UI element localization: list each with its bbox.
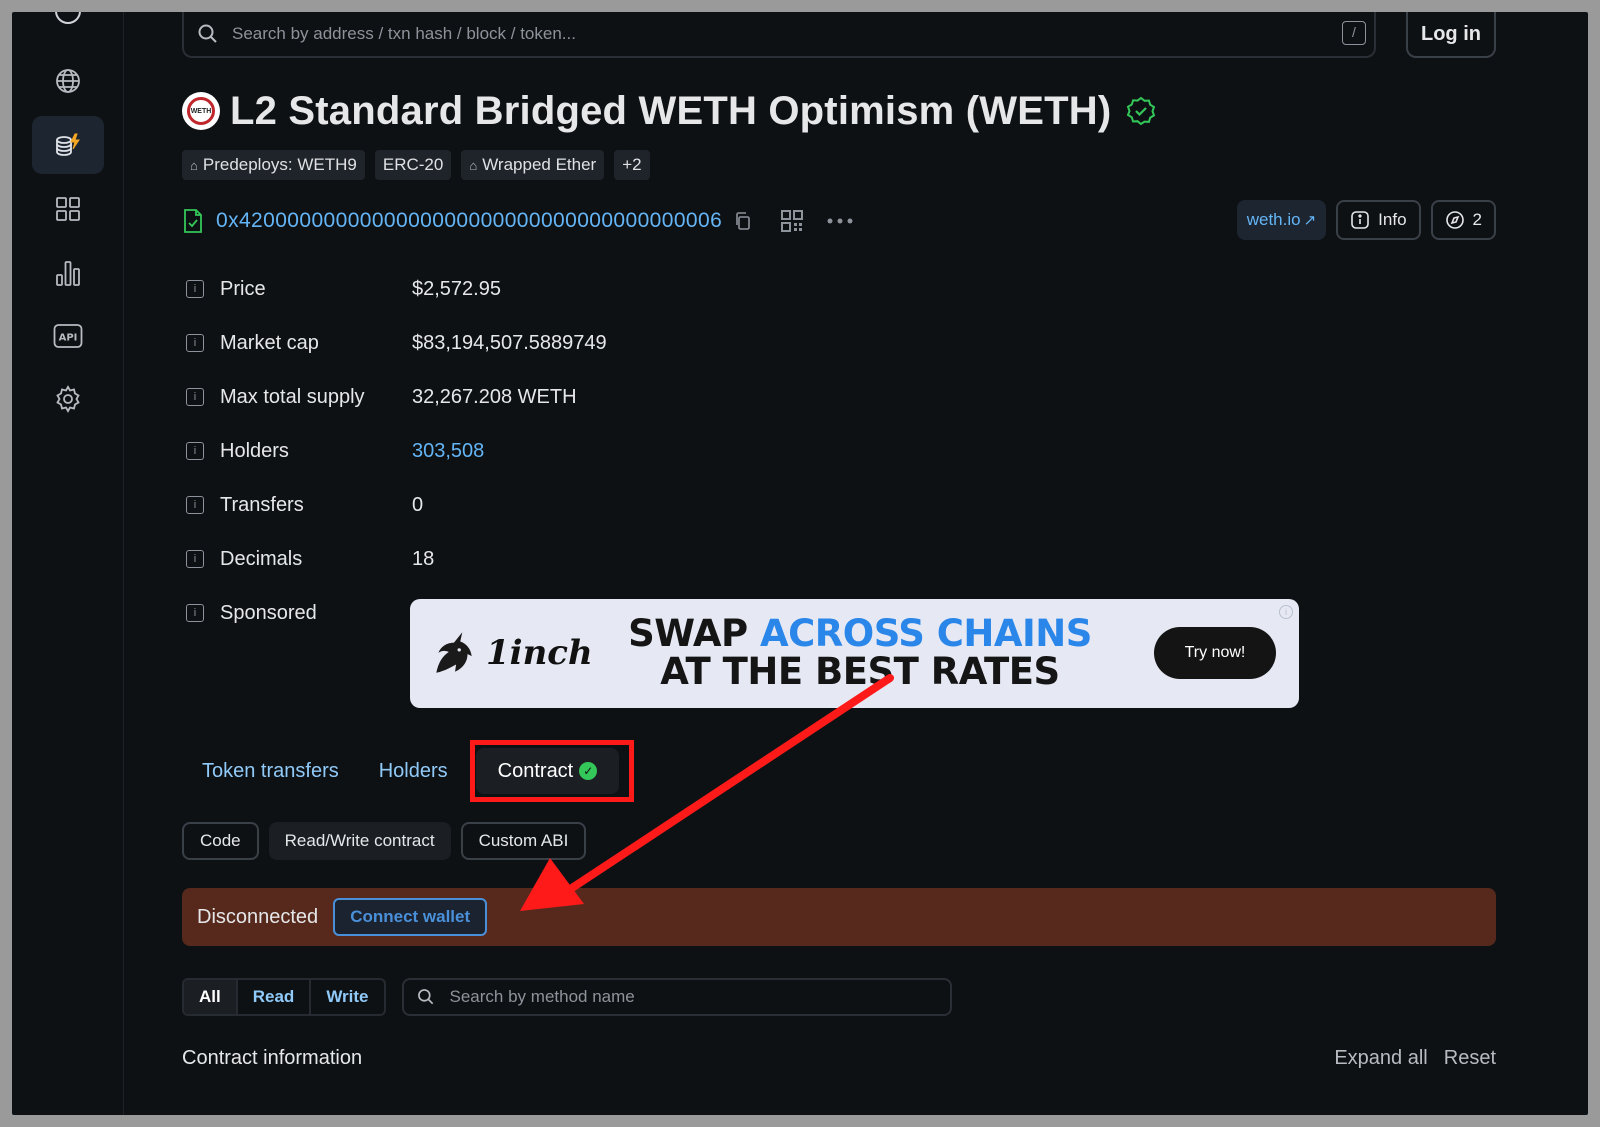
website-link[interactable]: weth.io ↗ (1236, 200, 1327, 240)
globe-icon[interactable] (32, 52, 104, 110)
hint-icon[interactable]: i (186, 496, 204, 514)
reset-button[interactable]: Reset (1444, 1047, 1496, 1070)
detail-row-holders: i Holders 303,508 (182, 436, 484, 466)
more-options-icon[interactable] (826, 217, 854, 225)
info-icon (1351, 211, 1369, 229)
tokens-icon[interactable] (32, 116, 104, 174)
contract-info-heading: Contract information (182, 1047, 363, 1069)
sidebar: API (12, 12, 124, 1115)
sponsored-banner[interactable]: 1inch SWAP ACROSS CHAINS AT THE BEST RAT… (410, 599, 1299, 708)
hint-icon[interactable]: i (186, 550, 204, 568)
external-link-icon: ↗ (1303, 212, 1317, 229)
detail-row-transfers: i Transfers 0 (182, 490, 423, 520)
contract-tab-highlight (470, 740, 634, 802)
contract-file-icon (184, 209, 202, 233)
contract-subtabs: Code Read/Write contract Custom ABI (182, 822, 587, 860)
hint-icon[interactable]: i (186, 280, 204, 298)
wallet-status-alert: Disconnected Connect wallet (182, 888, 1496, 946)
page-title: L2 Standard Bridged WETH Optimism (WETH) (230, 88, 1112, 133)
subtab-custom-abi[interactable]: Custom ABI (460, 822, 587, 860)
filter-write[interactable]: Write (311, 980, 383, 1014)
address-row: 0x42000000000000000000000000000000000000… (182, 200, 1512, 242)
stats-icon[interactable] (32, 244, 104, 302)
expand-all-button[interactable]: Expand all (1334, 1047, 1427, 1070)
detail-row-market-cap: i Market cap $83,194,507.5889749 (182, 328, 607, 358)
info-button[interactable]: Info (1336, 200, 1421, 240)
contract-address-link[interactable]: 0x42000000000000000000000000000000000000… (216, 209, 722, 233)
api-icon[interactable]: API (32, 307, 104, 365)
token-logo: WETH (182, 92, 220, 130)
filter-read[interactable]: Read (238, 980, 312, 1014)
browser-frame: API Search by address / txn hash / block… (12, 12, 1588, 1115)
subtab-read-write[interactable]: Read/Write contract (268, 822, 451, 860)
token-tags: ⌂ Predeploys: WETH9 ERC-20 ⌂ Wrapped Ether… (182, 150, 650, 180)
tab-token-transfers[interactable]: Token transfers (182, 748, 359, 794)
hint-icon[interactable]: i (186, 334, 204, 352)
copy-icon[interactable] (734, 212, 752, 230)
contract-info-actions: Expand all Reset (1334, 1047, 1496, 1070)
hint-icon[interactable]: i (186, 604, 204, 622)
hint-icon[interactable]: i (186, 442, 204, 460)
detail-row-decimals: i Decimals 18 (182, 544, 434, 574)
token-header: WETH L2 Standard Bridged WETH Optimism (… (182, 88, 1157, 133)
hint-icon[interactable]: i (186, 388, 204, 406)
filter-all[interactable]: All (184, 980, 238, 1014)
apps-grid-icon[interactable] (32, 180, 104, 238)
ad-headline: SWAP ACROSS CHAINS AT THE BEST RATES (628, 612, 1092, 693)
ad-brand: 1inch (428, 627, 593, 679)
global-search-input[interactable]: Search by address / txn hash / block / t… (182, 12, 1376, 58)
connect-wallet-button[interactable]: Connect wallet (333, 898, 488, 936)
dapps-button[interactable]: 2 (1430, 200, 1496, 240)
address-actions: weth.io ↗ Info 2 (1236, 200, 1496, 240)
holders-count-link[interactable]: 303,508 (412, 440, 484, 463)
tag-predeploys[interactable]: ⌂ Predeploys: WETH9 (182, 150, 365, 180)
search-shortcut-hint: / (1342, 21, 1366, 45)
tag-more[interactable]: +2 (614, 150, 650, 180)
method-search-placeholder: Search by method name (449, 987, 635, 1006)
method-search-input[interactable]: Search by method name (401, 978, 952, 1016)
login-button[interactable]: Log in (1406, 12, 1496, 58)
detail-row-max-supply: i Max total supply 32,267.208 WETH (182, 382, 577, 412)
ad-info-icon[interactable]: i (1279, 605, 1293, 619)
main-content: Search by address / txn hash / block / t… (182, 12, 1512, 1115)
wallet-status-text: Disconnected (197, 905, 319, 928)
ad-try-now-button[interactable]: Try now! (1154, 627, 1276, 679)
compass-icon (1445, 211, 1464, 229)
gear-icon[interactable] (32, 370, 104, 428)
subtab-code[interactable]: Code (182, 822, 259, 860)
method-type-segmented: All Read Write (182, 978, 386, 1016)
method-filters: All Read Write Search by method name (182, 978, 952, 1016)
logo-icon[interactable] (32, 12, 104, 40)
detail-row-sponsored: i Sponsored (182, 598, 412, 628)
verified-badge-icon (1127, 96, 1156, 126)
qr-code-icon[interactable] (780, 209, 804, 233)
tag-erc20[interactable]: ERC-20 (374, 150, 452, 180)
search-placeholder: Search by address / txn hash / block / t… (232, 24, 576, 43)
svg-text:API: API (59, 333, 78, 344)
unicorn-logo-icon (436, 632, 472, 673)
search-icon (417, 989, 433, 1005)
tab-holders[interactable]: Holders (359, 748, 468, 794)
tag-icon: ⌂ (190, 157, 198, 173)
tag-icon: ⌂ (469, 157, 478, 173)
search-icon (198, 24, 217, 43)
detail-row-price: i Price $2,572.95 (182, 274, 501, 304)
tag-wrapped-ether[interactable]: ⌂ Wrapped Ether (461, 150, 605, 180)
